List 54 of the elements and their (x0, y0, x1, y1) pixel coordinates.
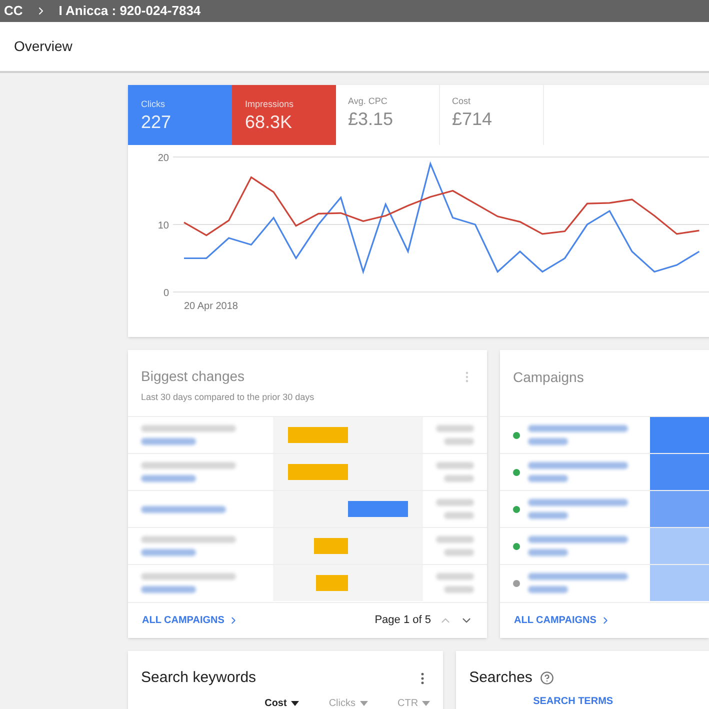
metric-tile[interactable]: Cost £714 (440, 85, 544, 145)
blurred-text-drawing (436, 462, 474, 469)
start-date-label: 20 Apr 2018 (184, 301, 238, 312)
blurred-text-drawing (141, 475, 196, 482)
dropdown-caret-icon (290, 700, 299, 706)
blurred-text-drawing (444, 586, 474, 593)
breadcrumb-item[interactable]: I Anicca : 920-024-7834 (58, 1, 201, 21)
column-sort-header[interactable]: Clicks (328, 696, 368, 709)
metric-value: £714 (452, 110, 494, 128)
all-campaigns-link[interactable]: ALL CAMPAIGNS (514, 613, 612, 628)
blurred-text-drawing (528, 475, 568, 482)
metric-value: 227 (141, 113, 172, 131)
blurred-text-drawing (444, 549, 474, 556)
blurred-text-drawing (436, 573, 474, 580)
blurred-text-drawing (444, 475, 474, 482)
blurred-text-drawing (436, 425, 474, 432)
metric-tile[interactable]: Clicks 227 (128, 85, 232, 145)
blurred-text-drawing (436, 536, 474, 543)
card-subtitle: Last 30 days compared to the prior 30 days (141, 391, 316, 404)
tab[interactable]: SEARCH TERMS (533, 694, 614, 708)
card-title: Campaigns (513, 369, 584, 385)
metric-label: Cost (452, 97, 472, 106)
metric-label: Impressions (245, 100, 295, 109)
metric-label: Avg. CPC (348, 97, 388, 106)
breadcrumb-item[interactable]: CC (4, 1, 23, 21)
column-sort-header[interactable]: Cost (264, 696, 299, 709)
metric-value: £3.15 (348, 110, 394, 128)
metric-tile[interactable]: Impressions 68.3K (232, 85, 336, 145)
metric-tile[interactable]: Avg. CPC £3.15 (336, 85, 440, 145)
help-icon[interactable] (540, 671, 554, 686)
blurred-text-drawing (444, 512, 474, 519)
pagination-text: Page 1 of 5 (374, 613, 431, 628)
dropdown-caret-icon (422, 700, 430, 706)
axis-tick-label: 10 (158, 220, 169, 232)
axis-tick-label: 20 (158, 153, 169, 164)
blurred-text-drawing (528, 512, 568, 519)
blurred-text-drawing (141, 586, 196, 593)
page-title: Overview (14, 37, 72, 56)
blurred-text-drawing (528, 549, 568, 556)
column-sort-header[interactable]: CTR (398, 696, 430, 709)
card-title: Searches (469, 668, 532, 688)
blurred-text-drawing (141, 438, 196, 445)
blurred-text-drawing (141, 549, 196, 556)
blurred-text-drawing (444, 438, 474, 445)
axis-tick-label: 0 (163, 288, 169, 299)
dropdown-caret-icon (360, 700, 368, 706)
blurred-text-drawing (528, 586, 568, 593)
metric-value: 68.3K (245, 113, 294, 131)
card-title: Biggest changes (141, 367, 245, 386)
all-campaigns-link[interactable]: ALL CAMPAIGNS (142, 613, 240, 628)
blurred-text-drawing (528, 438, 568, 445)
metric-label: Clicks (141, 100, 166, 109)
card-title: Search keywords (141, 668, 256, 688)
blurred-text-drawing (436, 499, 474, 506)
